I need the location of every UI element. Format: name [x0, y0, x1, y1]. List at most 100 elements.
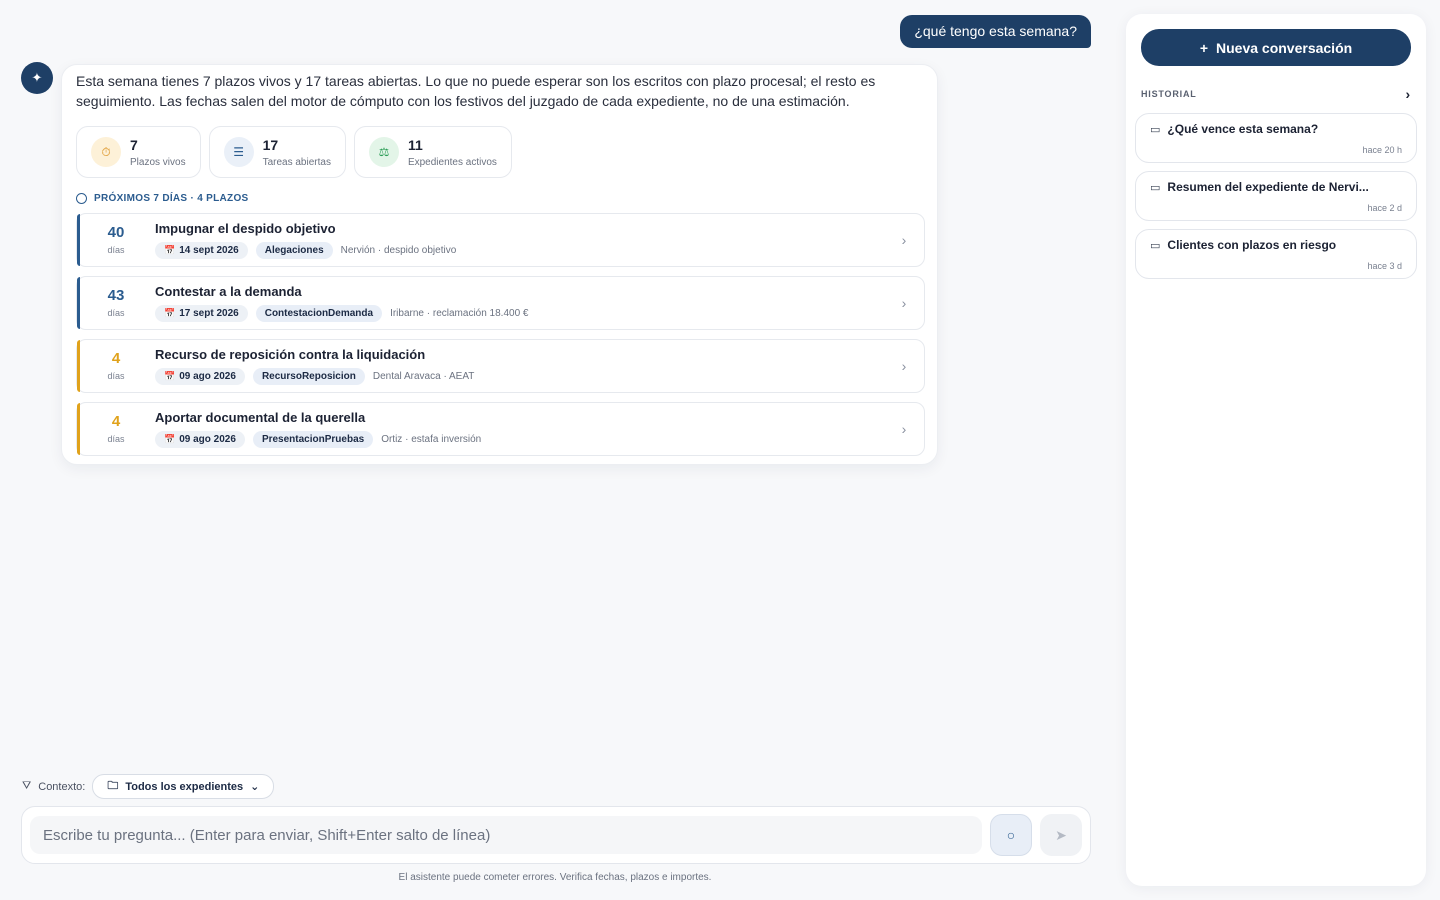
chevron-down-icon: ⌄ [250, 781, 260, 793]
send-button[interactable]: ➤ [1040, 814, 1082, 856]
deadline-date: 14 sept 2026 [179, 245, 239, 256]
deadline-title: Contestar a la demanda [155, 284, 302, 299]
deadline-tag: PresentacionPruebas [252, 431, 374, 448]
send-icon: ➤ [1055, 826, 1067, 843]
stats-row: ⏱ 7 Plazos vivos ☰ 17 Tareas abiertas ⚖ … [76, 126, 923, 178]
deadline-accent-bar [77, 340, 80, 392]
days-unit: días [107, 371, 125, 381]
history-item[interactable]: ▭ Clientes con plazos en riesgo hace 3 d [1135, 229, 1417, 279]
stat-label: Plazos vivos [130, 156, 186, 168]
context-select[interactable]: 🗀 Todos los expedientes ⌄ [92, 774, 275, 799]
days-count: 4 [111, 350, 121, 367]
new-conversation-button[interactable]: + Nueva conversación [1141, 29, 1411, 66]
deadline-accent-bar [77, 277, 80, 329]
new-conversation-label: Nueva conversación [1216, 39, 1353, 56]
chevron-right-icon: › [1405, 86, 1411, 102]
date-chip: 📅 09 ago 2026 [155, 368, 245, 385]
history-time: hace 3 d [1367, 261, 1402, 271]
plus-icon: + [1199, 39, 1208, 56]
days-count: 43 [107, 287, 125, 304]
date-chip: 📅 14 sept 2026 [155, 242, 248, 259]
stat-tareas-abiertas: ☰ 17 Tareas abiertas [208, 126, 346, 178]
chat-bubble-icon: ▭ [1150, 181, 1161, 194]
deadline-accent-bar [77, 403, 80, 455]
stat-label: Expedientes activos [407, 156, 497, 168]
calendar-icon: 📅 [164, 245, 176, 255]
deadline-tag: ContestacionDemanda [255, 305, 383, 322]
history-title: Clientes con plazos en riesgo [1167, 238, 1337, 252]
history-item[interactable]: ▭ ¿Qué vence esta semana? hace 20 h [1135, 113, 1417, 163]
days-unit: días [107, 308, 125, 318]
stat-label: Tareas abiertas [262, 156, 331, 168]
chevron-right-icon: › [901, 421, 907, 437]
chevron-right-icon: › [901, 232, 907, 248]
days-count: 40 [107, 224, 125, 241]
history-item[interactable]: ▭ Resumen del expediente de Nervi... hace… [1135, 171, 1417, 221]
deadline-title: Recurso de reposición contra la liquidac… [155, 347, 426, 362]
stat-plazos-vivos: ⏱ 7 Plazos vivos [76, 126, 201, 178]
next-days-label: PRÓXIMOS 7 DÍAS · 4 PLAZOS [94, 193, 249, 204]
deadline-title: Impugnar el despido objetivo [155, 221, 336, 236]
deadline-description: Dental Aravaca · AEAT [372, 371, 475, 382]
calendar-icon: 📅 [164, 308, 176, 318]
assistant-sparkle-icon: ✦ [21, 62, 53, 94]
clock-icon [76, 193, 87, 204]
stat-value: 17 [262, 136, 279, 153]
context-row: ⛛ Contexto: 🗀 Todos los expedientes ⌄ [22, 774, 275, 799]
checklist-icon: ☰ [223, 137, 254, 167]
refresh-button[interactable]: ○ [990, 814, 1032, 856]
deadline-item[interactable]: 40 días Impugnar el despido objetivo 📅 14 … [76, 213, 925, 267]
stopwatch-icon: ⏱ [91, 137, 121, 167]
disclaimer: El asistente puede cometer errores. Veri… [398, 872, 712, 883]
deadline-list: 40 días Impugnar el despido objetivo 📅 14 … [76, 213, 925, 456]
deadline-item[interactable]: 43 días Contestar a la demanda 📅 17 sept 2… [76, 276, 925, 330]
answer-text: Esta semana tienes 7 plazos vivos y 17 t… [76, 73, 876, 109]
history-sidebar: + Nueva conversación HISTORIAL › ▭ ¿Qué v… [1126, 14, 1426, 886]
deadline-tag: RecursoReposicion [252, 368, 365, 385]
history-time: hace 2 d [1367, 203, 1402, 213]
deadline-item[interactable]: 4 días Recurso de reposición contra la li… [76, 339, 925, 393]
stat-expedientes-activos: ⚖ 11 Expedientes activos [353, 126, 512, 178]
history-title: ¿Qué vence esta semana? [1167, 122, 1319, 136]
deadline-tag: Alegaciones [255, 242, 333, 259]
next-days-header: PRÓXIMOS 7 DÍAS · 4 PLAZOS [76, 193, 923, 204]
stat-value: 7 [130, 136, 138, 153]
deadline-date: 17 sept 2026 [179, 308, 239, 319]
deadline-date: 09 ago 2026 [179, 434, 236, 445]
history-list: ▭ ¿Qué vence esta semana? hace 20 h ▭ Resu… [1135, 113, 1417, 279]
history-time: hace 20 h [1362, 145, 1402, 155]
date-chip: 📅 17 sept 2026 [155, 305, 248, 322]
context-value: Todos los expedientes [125, 780, 244, 793]
calendar-icon: 📅 [164, 434, 176, 444]
assistant-answer-card: Esta semana tienes 7 plazos vivos y 17 t… [61, 64, 938, 465]
refresh-icon: ○ [1006, 827, 1016, 843]
chat-bubble-icon: ▭ [1150, 123, 1161, 136]
chevron-right-icon: › [901, 295, 907, 311]
deadline-description: Ortiz · estafa inversión [381, 434, 482, 445]
chat-area: ¿qué tengo esta semana? ✦ Esta semana ti… [0, 0, 1110, 900]
deadline-item[interactable]: 4 días Aportar documental de la querella … [76, 402, 925, 456]
folder-icon: 🗀 [107, 780, 119, 792]
chevron-right-icon: › [901, 358, 907, 374]
composer: ○ ➤ [21, 806, 1091, 864]
stat-value: 11 [407, 136, 423, 153]
deadline-description: Iribarne · reclamación 18.400 € [390, 308, 529, 319]
deadline-title: Aportar documental de la querella [155, 410, 366, 425]
gavel-icon: ⚖ [368, 137, 399, 167]
deadline-accent-bar [77, 214, 80, 266]
context-label: Contexto: [38, 780, 86, 793]
days-count: 4 [111, 413, 121, 430]
filter-icon: ⛛ [22, 780, 32, 792]
days-unit: días [107, 434, 125, 444]
chat-bubble-icon: ▭ [1150, 239, 1161, 252]
deadline-date: 09 ago 2026 [179, 371, 236, 382]
history-header[interactable]: HISTORIAL › [1141, 86, 1411, 102]
history-label: HISTORIAL [1141, 89, 1197, 99]
date-chip: 📅 09 ago 2026 [155, 431, 245, 448]
history-title: Resumen del expediente de Nervi... [1167, 180, 1369, 194]
user-message-bubble: ¿qué tengo esta semana? [900, 15, 1091, 48]
deadline-description: Nervión · despido objetivo [340, 245, 457, 256]
calendar-icon: 📅 [164, 371, 176, 381]
days-unit: días [107, 245, 125, 255]
question-input[interactable] [30, 816, 982, 854]
